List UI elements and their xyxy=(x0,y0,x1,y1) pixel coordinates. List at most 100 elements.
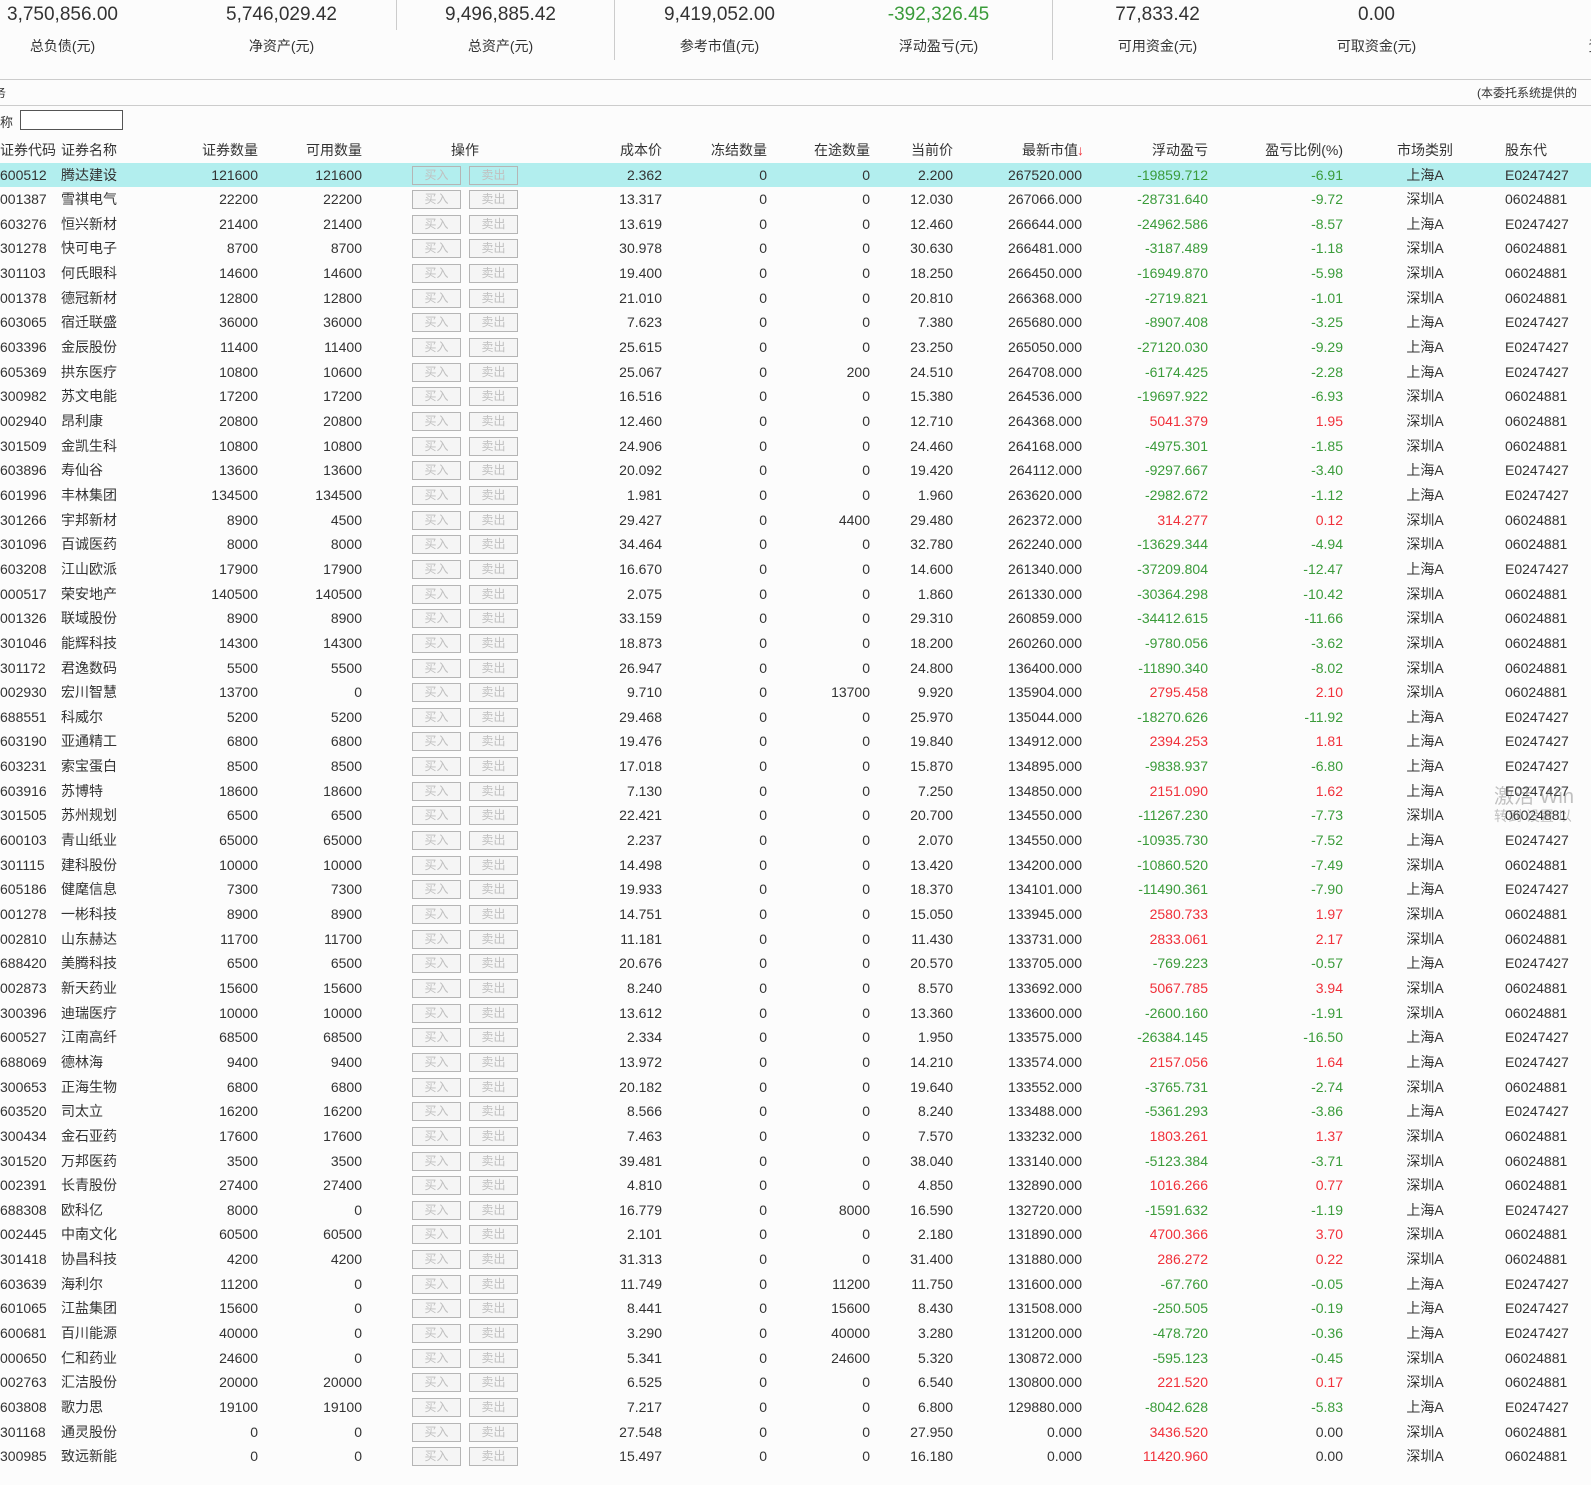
sell-button[interactable]: 卖出 xyxy=(469,1077,518,1097)
buy-button[interactable]: 买入 xyxy=(412,831,461,851)
sell-button[interactable]: 卖出 xyxy=(469,584,518,604)
table-row[interactable]: 001387 雪祺电气 22200 22200 13.317 0 0 12.030 267066… xyxy=(0,187,1591,212)
buy-button[interactable]: 买入 xyxy=(412,288,461,308)
buy-button[interactable]: 买入 xyxy=(412,1324,461,1344)
sell-button[interactable]: 卖出 xyxy=(469,855,518,875)
table-row[interactable]: 603276 恒兴新材 21400 21400 13.619 0 0 12.460 266644… xyxy=(0,212,1591,237)
table-row[interactable]: 300982 苏文电能 17200 17200 16.516 0 0 15.380 264536… xyxy=(0,384,1591,409)
table-row[interactable]: 601996 丰林集团 134500 134500 1.981 0 0 1.960 263620… xyxy=(0,483,1591,508)
table-row[interactable]: 301266 宇邦新材 8900 4500 29.427 0 4400 29.480 26237… xyxy=(0,508,1591,533)
table-row[interactable]: 603208 江山欧派 17900 17900 16.670 0 0 14.600 261340… xyxy=(0,557,1591,582)
sell-button[interactable]: 卖出 xyxy=(469,880,518,900)
table-row[interactable]: 300985 致远新能 0 0 15.497 0 0 16.180 0.000 11420.960… xyxy=(0,1444,1591,1469)
sell-button[interactable]: 卖出 xyxy=(469,707,518,727)
sell-button[interactable]: 卖出 xyxy=(469,831,518,851)
table-row[interactable]: 603896 寿仙谷 13600 13600 20.092 0 0 19.420 264112.… xyxy=(0,458,1591,483)
buy-button[interactable]: 买入 xyxy=(412,658,461,678)
sell-button[interactable]: 卖出 xyxy=(469,978,518,998)
sell-button[interactable]: 卖出 xyxy=(469,1398,518,1417)
buy-button[interactable]: 买入 xyxy=(412,806,461,826)
column-header-pl-ratio[interactable]: 盈亏比例(%) xyxy=(1230,138,1343,163)
buy-button[interactable]: 买入 xyxy=(412,1200,461,1220)
buy-button[interactable]: 买入 xyxy=(412,535,461,555)
table-row[interactable]: 600103 青山纸业 65000 65000 2.237 0 0 2.070 134550.0… xyxy=(0,828,1591,853)
buy-button[interactable]: 买入 xyxy=(412,1077,461,1097)
column-header-in-transit[interactable]: 在途数量 xyxy=(780,138,870,163)
buy-button[interactable]: 买入 xyxy=(412,190,461,210)
buy-button[interactable]: 买入 xyxy=(412,559,461,579)
sell-button[interactable]: 卖出 xyxy=(469,905,518,924)
sell-button[interactable]: 卖出 xyxy=(469,1373,518,1393)
buy-button[interactable]: 买入 xyxy=(412,362,461,382)
table-row[interactable]: 688551 科威尔 5200 5200 29.468 0 0 25.970 135044.00… xyxy=(0,705,1591,730)
buy-button[interactable]: 买入 xyxy=(412,954,461,974)
table-row[interactable]: 301520 万邦医药 3500 3500 39.481 0 0 38.040 133140.0… xyxy=(0,1149,1591,1174)
buy-button[interactable]: 买入 xyxy=(412,239,461,259)
table-row[interactable]: 000517 荣安地产 140500 140500 2.075 0 0 1.860 261330… xyxy=(0,582,1591,607)
table-row[interactable]: 600512 腾达建设 121600 121600 2.362 0 0 2.200 267520… xyxy=(0,162,1591,188)
sell-button[interactable]: 卖出 xyxy=(469,757,518,777)
buy-button[interactable]: 买入 xyxy=(412,1052,461,1072)
column-header-market-value[interactable]: 最新市值 xyxy=(960,138,1078,163)
buy-button[interactable]: 买入 xyxy=(412,1348,461,1368)
sell-button[interactable]: 卖出 xyxy=(469,461,518,481)
sell-button[interactable]: 卖出 xyxy=(469,781,518,801)
buy-button[interactable]: 买入 xyxy=(412,1373,461,1393)
sell-button[interactable]: 卖出 xyxy=(469,954,518,974)
buy-button[interactable]: 买入 xyxy=(412,165,461,185)
buy-button[interactable]: 买入 xyxy=(412,757,461,777)
buy-button[interactable]: 买入 xyxy=(412,1028,461,1048)
table-row[interactable]: 301509 金凯生科 10800 10800 24.906 0 0 24.460 264168… xyxy=(0,434,1591,459)
buy-button[interactable]: 买入 xyxy=(412,387,461,407)
sell-button[interactable]: 卖出 xyxy=(469,1151,518,1171)
sell-button[interactable]: 卖出 xyxy=(469,214,518,234)
table-row[interactable]: 300434 金石亚药 17600 17600 7.463 0 0 7.570 133232.0… xyxy=(0,1124,1591,1149)
buy-button[interactable]: 买入 xyxy=(412,1126,461,1146)
sell-button[interactable]: 卖出 xyxy=(469,1299,518,1319)
buy-button[interactable]: 买入 xyxy=(412,929,461,949)
column-header-holder[interactable]: 股东代 xyxy=(1505,138,1591,163)
table-row[interactable]: 301115 建科股份 10000 10000 14.498 0 0 13.420 134200… xyxy=(0,853,1591,878)
buy-button[interactable]: 买入 xyxy=(412,1225,461,1245)
sell-button[interactable]: 卖出 xyxy=(469,732,518,752)
sell-button[interactable]: 卖出 xyxy=(469,1447,518,1467)
buy-button[interactable]: 买入 xyxy=(412,1151,461,1171)
buy-button[interactable]: 买入 xyxy=(412,1299,461,1319)
table-row[interactable]: 600681 百川能源 40000 0 3.290 0 40000 3.280 131200.0… xyxy=(0,1321,1591,1346)
table-row[interactable]: 603808 歌力思 19100 19100 7.217 0 0 6.800 129880.00… xyxy=(0,1395,1591,1420)
sell-button[interactable]: 卖出 xyxy=(469,190,518,210)
buy-button[interactable]: 买入 xyxy=(412,1102,461,1122)
sell-button[interactable]: 卖出 xyxy=(469,436,518,456)
buy-button[interactable]: 买入 xyxy=(412,1250,461,1270)
column-header-cost[interactable]: 成本价 xyxy=(560,138,662,163)
table-row[interactable]: 002445 中南文化 60500 60500 2.101 0 0 2.180 131890.0… xyxy=(0,1222,1591,1247)
table-row[interactable]: 688069 德林海 9400 9400 13.972 0 0 14.210 133574.00… xyxy=(0,1050,1591,1075)
sell-button[interactable]: 卖出 xyxy=(469,338,518,358)
buy-button[interactable]: 买入 xyxy=(412,978,461,998)
table-row[interactable]: 002763 汇洁股份 20000 20000 6.525 0 0 6.540 130800.0… xyxy=(0,1370,1591,1395)
buy-button[interactable]: 买入 xyxy=(412,412,461,431)
sell-button[interactable]: 卖出 xyxy=(469,1225,518,1245)
table-row[interactable]: 002940 昂利康 20800 20800 12.460 0 0 12.710 264368.… xyxy=(0,409,1591,434)
search-input[interactable] xyxy=(20,110,123,130)
column-header-name[interactable]: 证券名称 xyxy=(61,138,141,163)
column-header-action[interactable]: 操作 xyxy=(412,138,518,163)
buy-button[interactable]: 买入 xyxy=(412,485,461,505)
buy-button[interactable]: 买入 xyxy=(412,214,461,234)
sell-button[interactable]: 卖出 xyxy=(469,313,518,333)
sell-button[interactable]: 卖出 xyxy=(469,165,518,185)
sell-button[interactable]: 卖出 xyxy=(469,362,518,382)
column-header-available[interactable]: 可用数量 xyxy=(270,138,362,163)
sell-button[interactable]: 卖出 xyxy=(469,1324,518,1344)
table-row[interactable]: 301103 何氏眼科 14600 14600 19.400 0 0 18.250 266450… xyxy=(0,261,1591,286)
table-row[interactable]: 001378 德冠新材 12800 12800 21.010 0 0 20.810 266368… xyxy=(0,286,1591,311)
sell-button[interactable]: 卖出 xyxy=(469,633,518,653)
sell-button[interactable]: 卖出 xyxy=(469,387,518,407)
table-row[interactable]: 600527 江南高纤 68500 68500 2.334 0 0 1.950 133575.0… xyxy=(0,1025,1591,1050)
table-row[interactable]: 301046 能辉科技 14300 14300 18.873 0 0 18.200 260260… xyxy=(0,631,1591,656)
table-row[interactable]: 301168 通灵股份 0 0 27.548 0 0 27.950 0.000 3436.520 0… xyxy=(0,1420,1591,1445)
table-row[interactable]: 301096 百诚医药 8000 8000 34.464 0 0 32.780 262240.0… xyxy=(0,532,1591,557)
buy-button[interactable]: 买入 xyxy=(412,633,461,653)
sell-button[interactable]: 卖出 xyxy=(469,1052,518,1072)
table-row[interactable]: 603065 宿迁联盛 36000 36000 7.623 0 0 7.380 265680.0… xyxy=(0,310,1591,335)
